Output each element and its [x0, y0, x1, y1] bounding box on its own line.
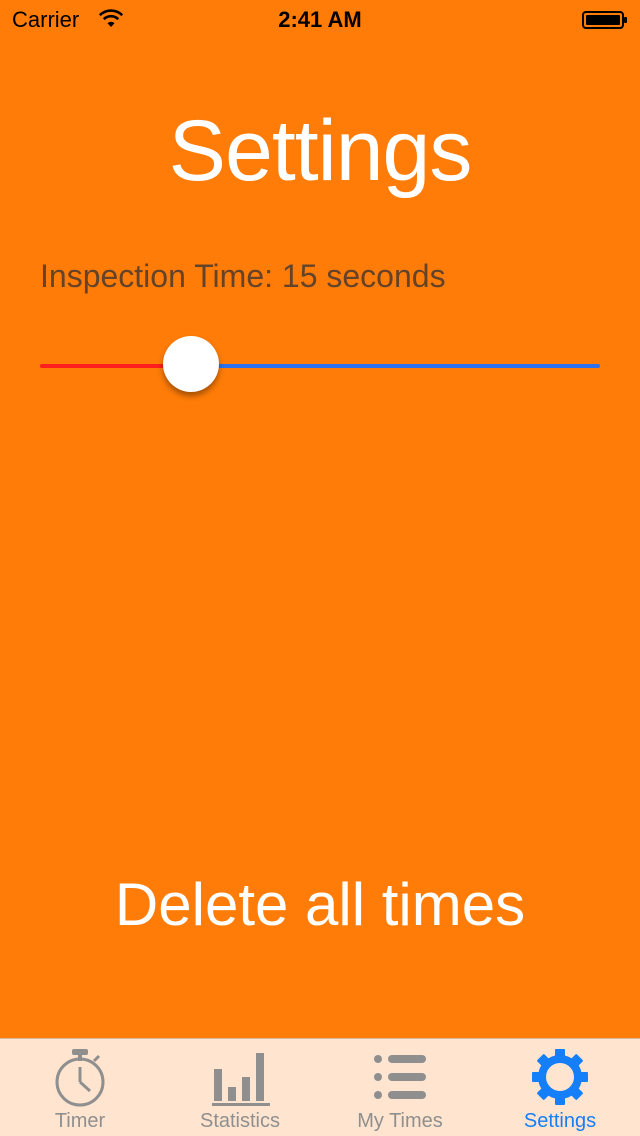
tab-my-times[interactable]: My Times [320, 1039, 480, 1136]
tab-label: My Times [357, 1110, 443, 1132]
list-icon [374, 1055, 426, 1099]
status-bar: Carrier 2:41 AM [0, 0, 640, 40]
slider-max-track [191, 364, 600, 368]
bar-chart-icon [212, 1053, 270, 1106]
tab-label: Settings [523, 1110, 597, 1132]
tab-bar: Timer Statistics My Times Settings [0, 1038, 640, 1136]
gear-icon [532, 1049, 588, 1105]
tab-label: Timer [54, 1110, 106, 1132]
inspection-time-label: Inspection Time: 15 seconds [40, 258, 446, 294]
status-time: 2:41 AM [278, 7, 362, 32]
battery-icon [582, 11, 627, 29]
tab-settings[interactable]: Settings [480, 1039, 640, 1136]
tab-statistics[interactable]: Statistics [160, 1039, 320, 1136]
stopwatch-icon [55, 1049, 105, 1107]
delete-all-times-button[interactable]: Delete all times [0, 860, 640, 950]
slider-thumb[interactable] [163, 336, 219, 392]
tab-label: Statistics [199, 1110, 281, 1132]
tab-timer[interactable]: Timer [0, 1039, 160, 1136]
page-title: Settings [168, 103, 473, 199]
inspection-time-slider[interactable] [40, 336, 600, 396]
settings-screen: Carrier 2:41 AM Settings Inspection Time… [0, 0, 640, 1136]
